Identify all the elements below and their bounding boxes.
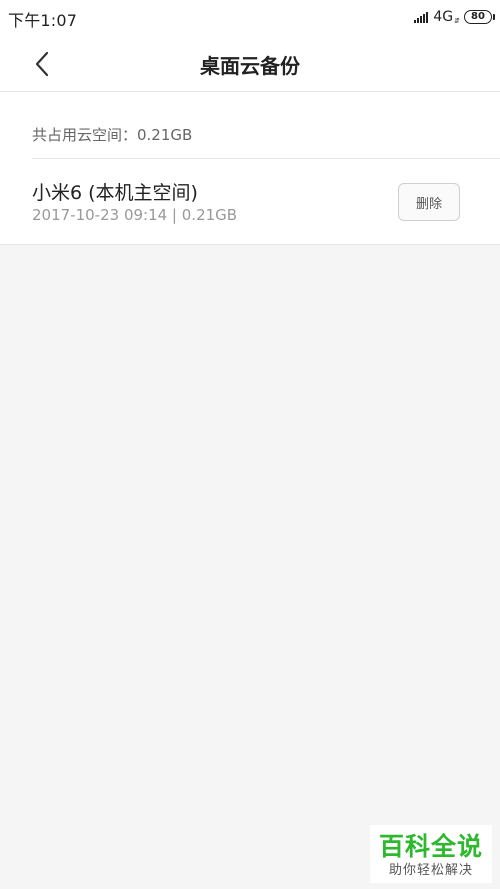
backup-panel: 共占用云空间：0.21GB 小米6 (本机主空间) 2017-10-23 09:… [0, 92, 500, 245]
backup-device-meta: 2017-10-23 09:14 | 0.21GB [32, 206, 238, 224]
battery-level: 80 [471, 11, 485, 22]
page-title: 桌面云备份 [200, 54, 300, 78]
status-bar: 下午1:07 4G ⇵ 80 [0, 0, 500, 36]
signal-icon [414, 11, 429, 23]
watermark-logo: 百科全说 助你轻松解决 [370, 825, 492, 883]
watermark-title: 百科全说 [378, 832, 483, 861]
status-time: 下午1:07 [8, 11, 78, 30]
delete-backup-button[interactable]: 删除 [398, 183, 460, 221]
battery-icon: 80 [464, 10, 495, 24]
status-indicators: 4G ⇵ 80 [414, 8, 495, 26]
network-activity-icon: ⇵ [454, 17, 460, 25]
network-type: 4G [433, 9, 454, 25]
title-bar: 桌面云备份 [0, 36, 500, 92]
backup-device-name: 小米6 (本机主空间) [32, 182, 198, 204]
watermark-subtitle: 助你轻松解决 [388, 863, 473, 878]
divider [32, 158, 500, 159]
storage-usage-text: 共占用云空间：0.21GB [32, 126, 193, 144]
